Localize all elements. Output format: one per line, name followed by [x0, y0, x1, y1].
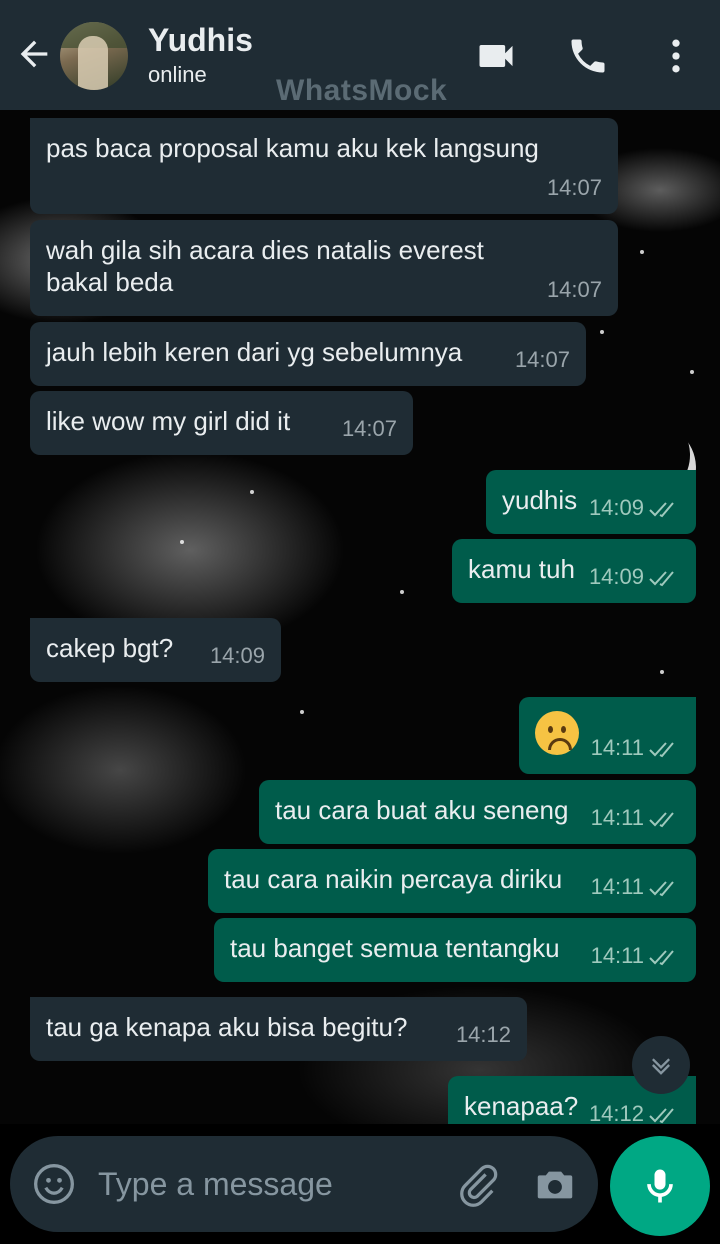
message-incoming[interactable]: pas baca proposal kamu aku kek langsung … — [30, 118, 618, 214]
message-time: 14:12 — [589, 1098, 680, 1124]
message-text: wah gila sih acara dies natalis everest … — [46, 235, 484, 297]
message-text: tau ga kenapa aku bisa begitu? — [46, 1012, 408, 1042]
attach-icon[interactable] — [454, 1162, 500, 1208]
message-outgoing[interactable]: tau cara buat aku seneng 14:11 — [259, 780, 696, 844]
mic-button[interactable] — [610, 1136, 710, 1236]
message-time: 14:07 — [546, 175, 602, 200]
message-outgoing[interactable]: tau banget semua tentangku 14:11 — [214, 918, 696, 982]
message-time: 14:07 — [514, 347, 570, 372]
double-check-icon — [649, 881, 674, 897]
contact-status: online — [148, 62, 207, 87]
chat-header: Yudhis online WhatsMock — [0, 0, 720, 110]
message-time: 14:11 — [591, 802, 680, 834]
message-text: pas baca proposal kamu aku kek langsung — [46, 133, 539, 163]
chevron-down-icon — [652, 1058, 670, 1075]
message-time: 14:11 — [591, 732, 680, 764]
message-incoming[interactable]: tau ga kenapa aku bisa begitu? 14:12 — [30, 997, 527, 1061]
avatar[interactable] — [60, 22, 128, 90]
message-input[interactable]: Type a message — [98, 1166, 333, 1203]
double-check-icon — [649, 1108, 674, 1124]
message-time: 14:12 — [455, 1022, 511, 1047]
message-composer: Type a message — [10, 1136, 598, 1232]
message-incoming[interactable]: like wow my girl did it 14:07 — [30, 391, 413, 455]
message-time: 14:07 — [341, 416, 397, 441]
double-check-icon — [649, 742, 674, 758]
video-call-icon[interactable] — [474, 34, 518, 78]
message-time: 14:09 — [209, 643, 265, 668]
emoji-icon[interactable] — [32, 1162, 76, 1206]
mic-icon — [647, 1169, 673, 1203]
message-outgoing[interactable]: yudhis 14:09 — [486, 470, 696, 534]
double-check-icon — [649, 571, 674, 587]
message-outgoing[interactable]: tau cara naikin percaya diriku 14:11 — [208, 849, 696, 913]
message-time: 14:11 — [591, 940, 680, 972]
scroll-to-bottom-button[interactable] — [632, 1036, 690, 1094]
message-time: 14:09 — [589, 492, 680, 524]
message-incoming[interactable]: wah gila sih acara dies natalis everest … — [30, 220, 618, 316]
phone-icon[interactable] — [566, 34, 610, 78]
message-time: 14:09 — [589, 561, 680, 593]
message-time: 14:11 — [591, 871, 680, 903]
avatar-figure — [78, 36, 108, 90]
frowning-face-emoji — [535, 711, 579, 755]
message-outgoing[interactable]: kamu tuh 14:09 — [452, 539, 696, 603]
chat-area[interactable]: pas baca proposal kamu aku kek langsung … — [0, 110, 720, 1124]
camera-icon[interactable] — [532, 1162, 578, 1208]
back-arrow-icon[interactable] — [14, 34, 54, 74]
double-check-icon — [649, 812, 674, 828]
watermark: WhatsMock — [276, 74, 448, 107]
message-outgoing[interactable]: 14:11 — [519, 697, 696, 774]
message-text: jauh lebih keren dari yg sebelumnya — [46, 337, 463, 367]
more-vert-icon[interactable] — [654, 34, 698, 78]
double-check-icon — [649, 502, 674, 518]
message-incoming[interactable]: cakep bgt? 14:09 — [30, 618, 281, 682]
message-time: 14:07 — [546, 277, 602, 302]
double-check-icon — [649, 950, 674, 966]
message-incoming[interactable]: jauh lebih keren dari yg sebelumnya 14:0… — [30, 322, 586, 386]
contact-name[interactable]: Yudhis — [148, 22, 253, 59]
